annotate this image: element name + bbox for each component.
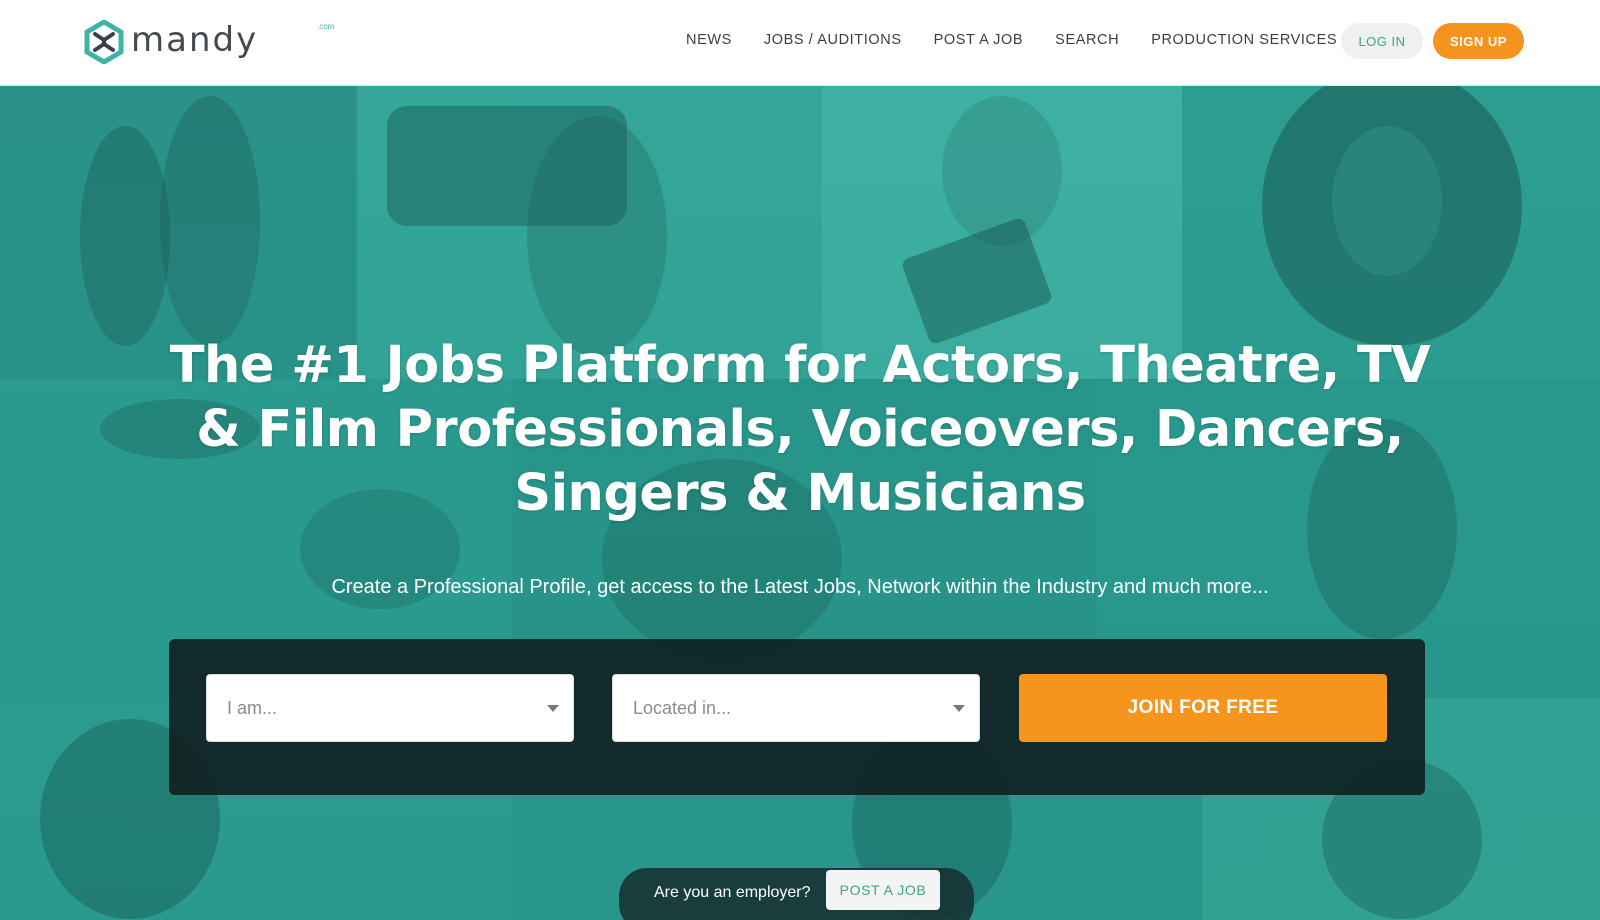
hero-subheadline: Create a Professional Profile, get acces… bbox=[331, 576, 1269, 598]
chevron-down-icon bbox=[953, 705, 965, 712]
hero-headline: The #1 Jobs Platform for Actors, Theatre… bbox=[169, 336, 1431, 523]
location-select[interactable]: Located in... bbox=[612, 674, 980, 742]
nav-item-post-a-job[interactable]: POST A JOB bbox=[934, 32, 1024, 48]
chevron-down-icon bbox=[547, 705, 559, 712]
signup-button[interactable]: SIGN UP bbox=[1433, 23, 1524, 59]
nav-item-search[interactable]: SEARCH bbox=[1055, 32, 1119, 48]
join-form-panel: I am... Located in... JOIN FOR FREE bbox=[169, 639, 1425, 795]
main-nav: NEWS JOBS / AUDITIONS POST A JOB SEARCH … bbox=[686, 32, 1369, 48]
role-select-placeholder: I am... bbox=[227, 697, 278, 718]
site-logo[interactable]: mandy .com bbox=[82, 20, 334, 64]
employer-prompt-bar: Are you an employer? POST A JOB bbox=[619, 868, 974, 920]
employer-question: Are you an employer? bbox=[654, 884, 811, 901]
role-select[interactable]: I am... bbox=[206, 674, 574, 742]
nav-item-news[interactable]: NEWS bbox=[686, 32, 732, 48]
site-header: mandy .com NEWS JOBS / AUDITIONS POST A … bbox=[0, 0, 1600, 86]
nav-item-production-services[interactable]: PRODUCTION SERVICES bbox=[1151, 32, 1337, 48]
nav-item-jobs-auditions[interactable]: JOBS / AUDITIONS bbox=[764, 32, 902, 48]
post-a-job-button[interactable]: POST A JOB bbox=[826, 870, 940, 910]
logo-domain-suffix: .com bbox=[317, 22, 335, 31]
mandy-logo-icon bbox=[84, 20, 124, 64]
hero-section: The #1 Jobs Platform for Actors, Theatre… bbox=[0, 86, 1600, 920]
logo-wordmark: mandy bbox=[131, 20, 259, 60]
join-for-free-button[interactable]: JOIN FOR FREE bbox=[1019, 674, 1387, 742]
location-select-placeholder: Located in... bbox=[633, 697, 732, 718]
login-button[interactable]: LOG IN bbox=[1341, 23, 1423, 59]
